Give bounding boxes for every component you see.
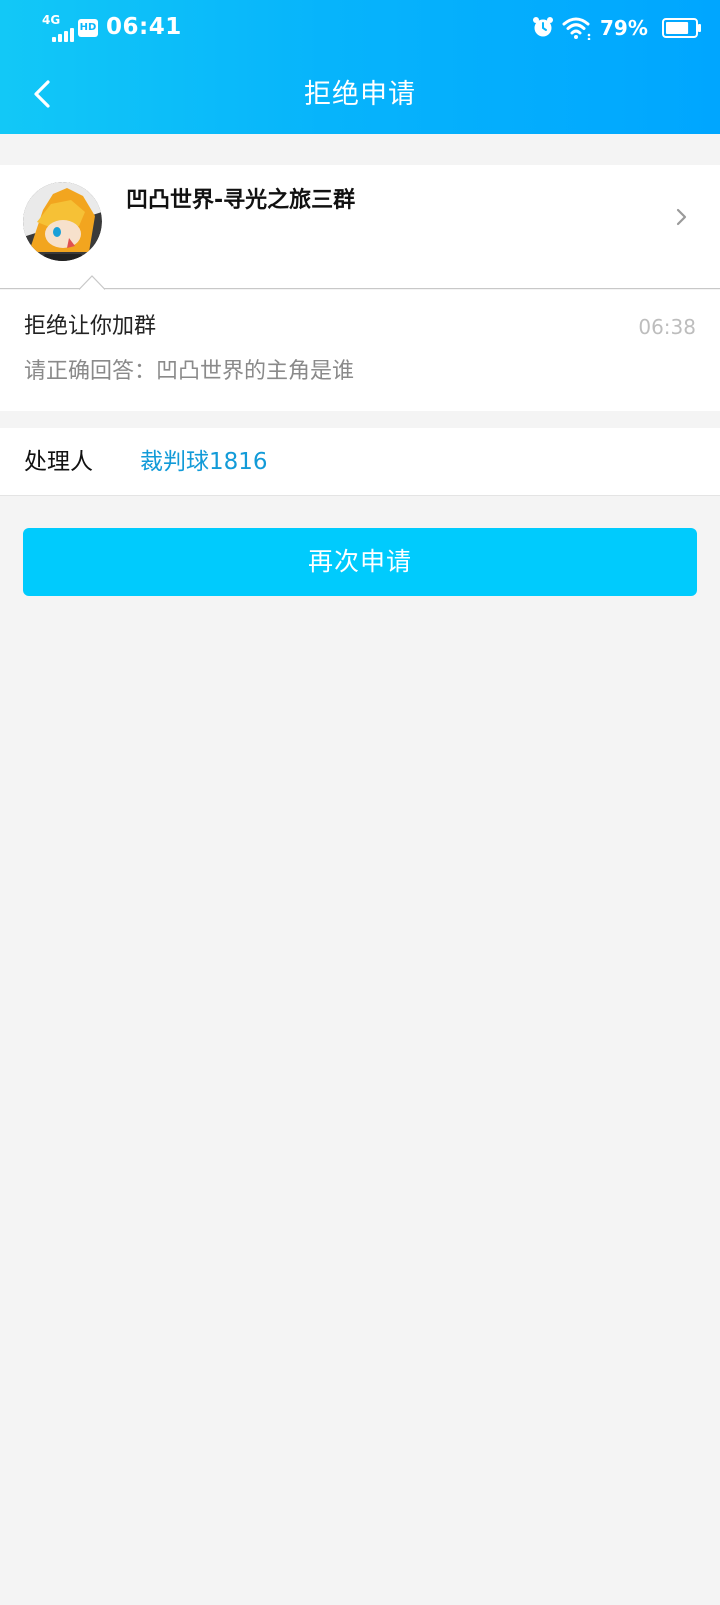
rejection-title: 拒绝让你加群 — [24, 314, 157, 339]
group-card[interactable]: 凹凸世界-寻光之旅三群 — [0, 165, 720, 289]
avatar-image — [23, 182, 102, 261]
title-bar: 拒绝申请 — [0, 56, 720, 134]
app-header: 4G HD 06:41 79% 拒绝申请 — [0, 0, 720, 134]
wifi-icon — [562, 17, 591, 40]
pointer-notch — [79, 275, 105, 290]
group-avatar[interactable] — [23, 182, 102, 261]
chevron-right-icon[interactable] — [674, 205, 690, 229]
rejection-time: 06:38 — [638, 315, 696, 339]
network-type: 4G — [42, 13, 61, 27]
status-bar: 4G HD 06:41 79% — [0, 0, 720, 56]
handler-name-link[interactable]: 裁判球1816 — [140, 428, 268, 496]
group-name[interactable]: 凹凸世界-寻光之旅三群 — [126, 186, 355, 216]
rejection-detail: 请正确回答：凹凸世界的主角是谁 — [24, 359, 355, 384]
alarm-icon — [533, 17, 553, 37]
handler-row: 处理人 裁判球1816 — [0, 428, 720, 496]
status-time: 06:41 — [106, 14, 182, 40]
reapply-button[interactable]: 再次申请 — [23, 528, 697, 596]
handler-label: 处理人 — [24, 449, 93, 475]
signal-icon — [52, 28, 74, 42]
hd-icon: HD — [78, 19, 98, 37]
page-title: 拒绝申请 — [304, 79, 416, 110]
message-card: 拒绝让你加群 06:38 请正确回答：凹凸世界的主角是谁 — [0, 290, 720, 411]
battery-percent: 79% — [600, 16, 648, 40]
status-bar-right: 79% — [520, 12, 720, 44]
battery-icon — [662, 18, 701, 38]
